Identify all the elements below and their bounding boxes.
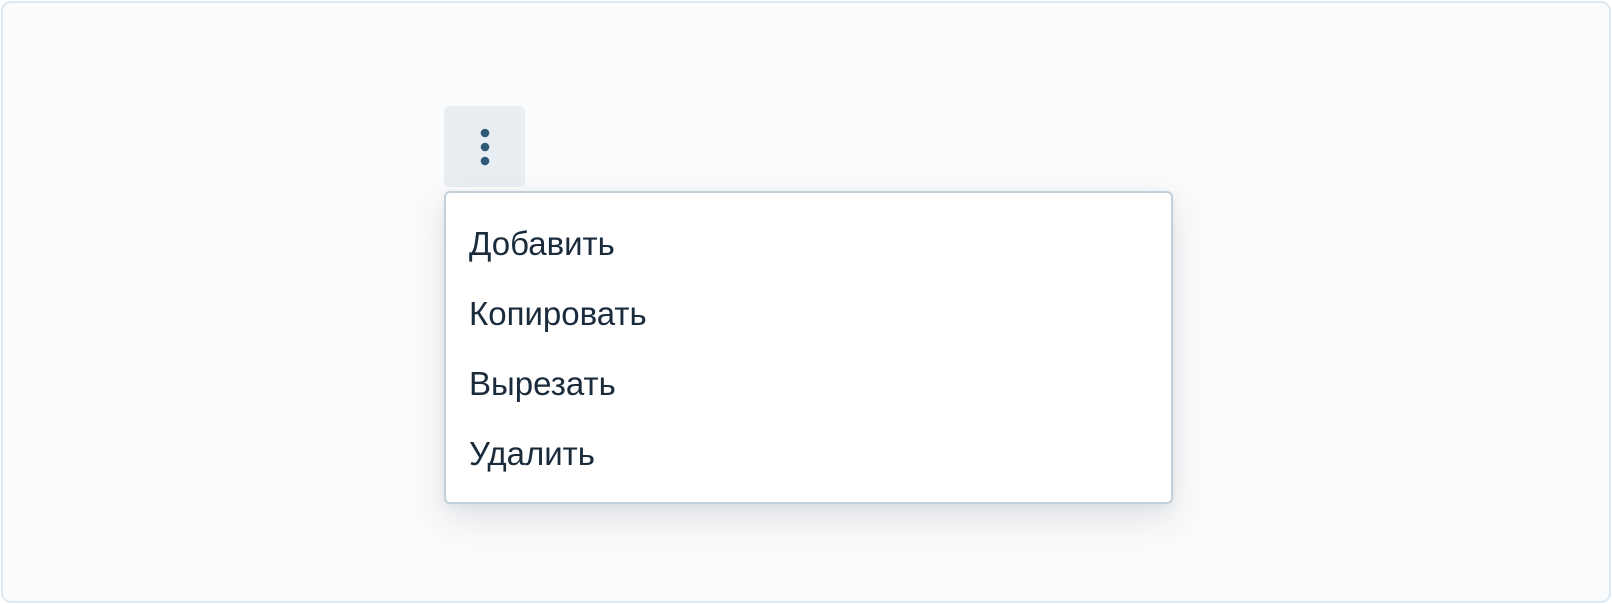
menu-item-copy[interactable]: Копировать <box>446 279 1171 349</box>
more-options-button[interactable] <box>444 106 525 187</box>
page-frame: Добавить Копировать Вырезать Удалить <box>1 1 1611 603</box>
menu-item-cut[interactable]: Вырезать <box>446 349 1171 419</box>
menu-item-delete[interactable]: Удалить <box>446 419 1171 489</box>
kebab-vertical-icon <box>480 128 489 165</box>
menu-item-add[interactable]: Добавить <box>446 209 1171 279</box>
dropdown-menu: Добавить Копировать Вырезать Удалить <box>444 191 1173 504</box>
